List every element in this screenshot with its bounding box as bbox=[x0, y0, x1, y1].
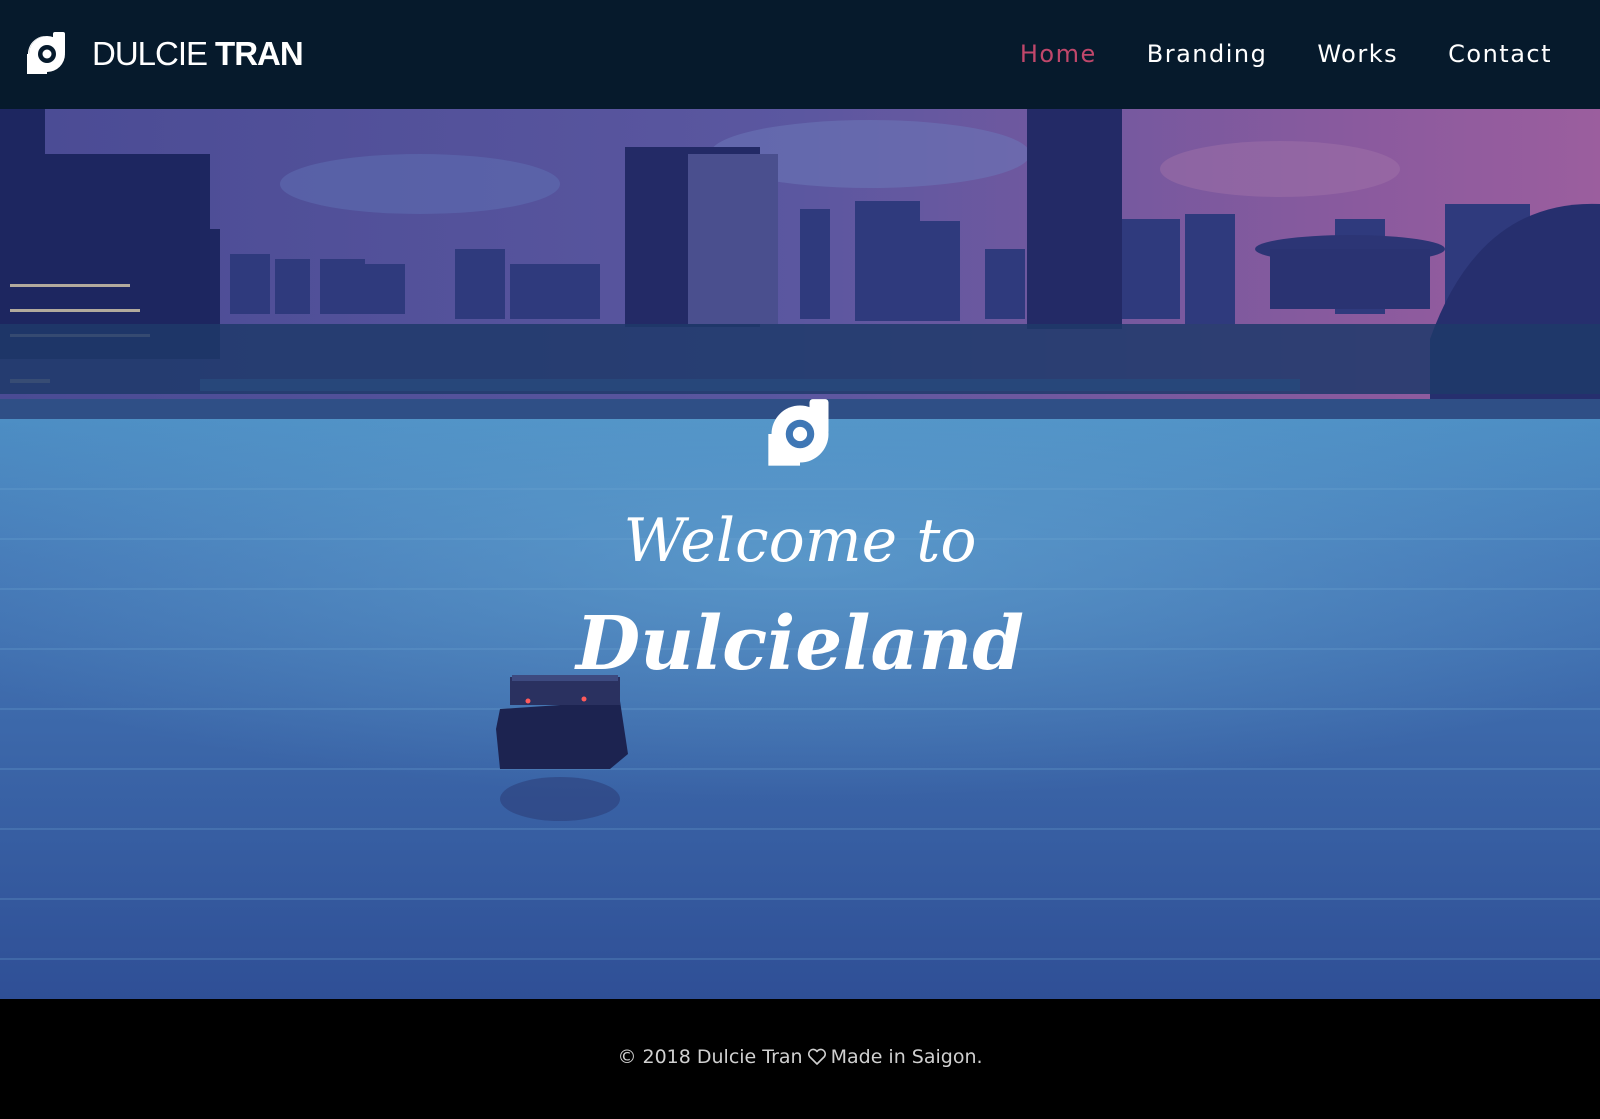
made-in-text: Made in Saigon. bbox=[830, 1046, 983, 1068]
brand-first: DULCIE bbox=[92, 35, 208, 72]
main-nav: Home Branding Works Contact bbox=[970, 34, 1552, 74]
brand-name: DULCIE TRAN bbox=[92, 30, 304, 78]
dt-monogram-icon bbox=[27, 32, 65, 74]
nav-link-branding[interactable]: Branding bbox=[1147, 40, 1268, 68]
site-footer: © 2018 Dulcie Tran Made in Saigon. bbox=[0, 999, 1600, 1119]
site-name-heading: Dulcieland bbox=[576, 601, 1024, 687]
nav-link-contact[interactable]: Contact bbox=[1448, 40, 1552, 68]
footer-text: © 2018 Dulcie Tran Made in Saigon. bbox=[0, 1043, 1600, 1071]
site-header: DULCIE TRAN Home Branding Works Contact bbox=[0, 0, 1600, 109]
nav-link-works[interactable]: Works bbox=[1317, 40, 1398, 68]
heart-outline-icon bbox=[807, 1048, 826, 1065]
page: DULCIETRAN Home Branding Works Contact bbox=[0, 0, 1600, 1119]
brand-home-link[interactable]: DULCIE TRAN bbox=[23, 30, 304, 78]
hero-section: Welcome to Dulcieland bbox=[0, 109, 1600, 999]
welcome-heading: Welcome to bbox=[623, 506, 977, 576]
nav-link-home[interactable]: Home bbox=[1020, 40, 1097, 68]
dt-monogram-icon bbox=[768, 399, 829, 466]
brand-last: TRAN bbox=[215, 35, 304, 72]
copyright-text: © 2018 Dulcie Tran bbox=[617, 1046, 803, 1068]
